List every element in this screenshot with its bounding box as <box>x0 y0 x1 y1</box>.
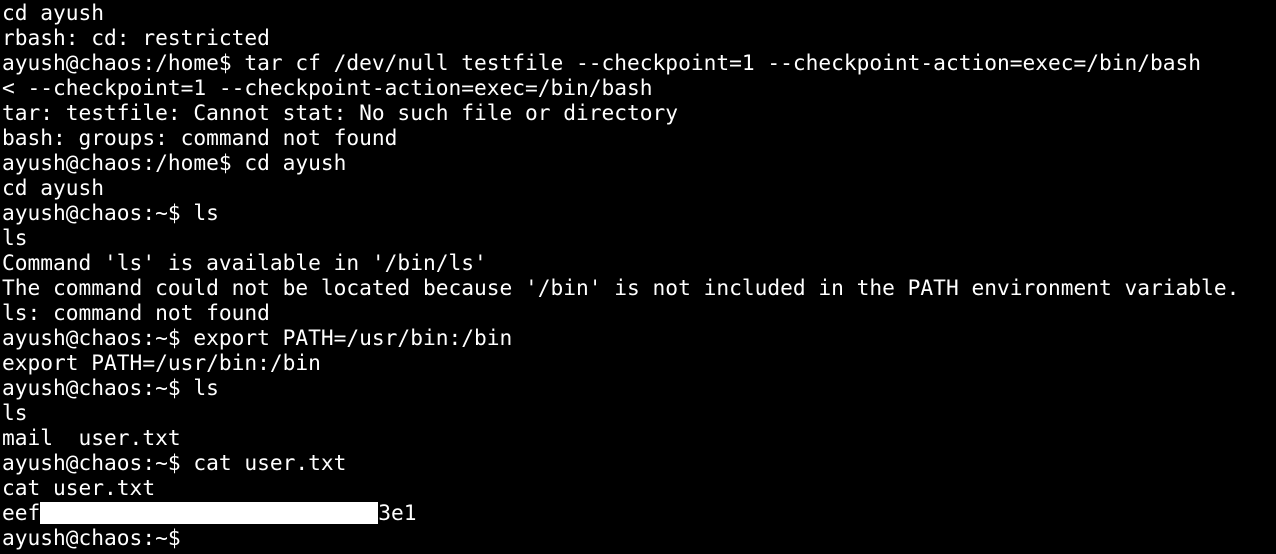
terminal-line: mail user.txt <box>2 425 181 450</box>
redaction-block <box>40 502 379 524</box>
terminal-line: The command could not be located because… <box>2 275 1240 300</box>
flag-prefix: eef <box>2 500 41 525</box>
terminal-line: ayush@chaos:~$ export PATH=/usr/bin:/bin <box>2 325 513 350</box>
terminal-line: tar: testfile: Cannot stat: No such file… <box>2 100 679 125</box>
terminal-line: cat user.txt <box>2 475 156 500</box>
terminal-line: Command 'ls' is available in '/bin/ls' <box>2 250 487 275</box>
terminal-line: export PATH=/usr/bin:/bin <box>2 350 321 375</box>
terminal-line: < --checkpoint=1 --checkpoint-action=exe… <box>2 75 653 100</box>
prompt-line[interactable]: ayush@chaos:~$ <box>2 525 1276 550</box>
terminal-line: rbash: cd: restricted <box>2 25 270 50</box>
terminal-line: bash: groups: command not found <box>2 125 398 150</box>
flag-line: eef 3e1 <box>2 500 1276 525</box>
terminal-window[interactable]: cd ayush rbash: cd: restricted ayush@chaos… <box>0 0 1276 554</box>
terminal-line: ls <box>2 225 28 250</box>
terminal-line: ayush@chaos:/home$ tar cf /dev/null test… <box>2 50 1202 75</box>
terminal-line: ls: command not found <box>2 300 270 325</box>
terminal-line: ayush@chaos:~$ ls <box>2 375 219 400</box>
shell-prompt: ayush@chaos:~$ <box>2 525 194 550</box>
terminal-line: ayush@chaos:/home$ cd ayush <box>2 150 347 175</box>
terminal-line: ls <box>2 400 28 425</box>
terminal-output: cd ayush rbash: cd: restricted ayush@chaos… <box>2 0 1276 500</box>
terminal-line: cd ayush <box>2 175 105 200</box>
terminal-line: ayush@chaos:~$ ls <box>2 200 219 225</box>
terminal-line: ayush@chaos:~$ cat user.txt <box>2 450 347 475</box>
terminal-line: cd ayush <box>2 0 105 25</box>
flag-suffix: 3e1 <box>378 500 417 525</box>
